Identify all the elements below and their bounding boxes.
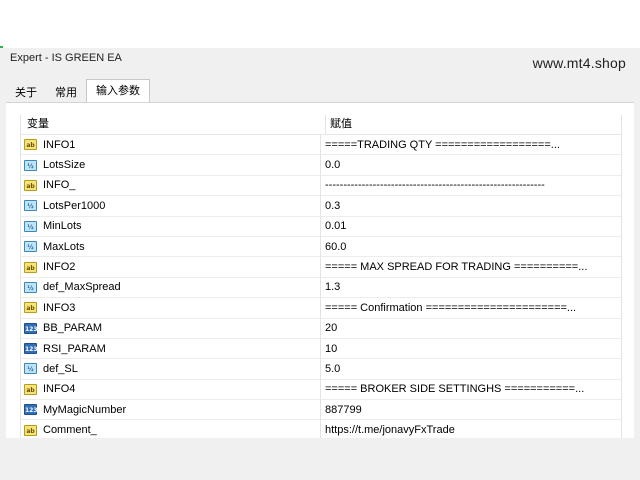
value-cell[interactable]: ===== Confirmation =====================… bbox=[321, 302, 621, 314]
table-row[interactable]: ab INFO1 =====TRADING QTY ================… bbox=[21, 135, 621, 156]
string-type-icon: ab bbox=[24, 139, 37, 151]
string-type-icon: ab bbox=[24, 261, 37, 273]
table-row[interactable]: ab INFO4 ===== BROKER SIDE SETTINGHS =====… bbox=[21, 379, 621, 401]
variable-name: def_MaxSpread bbox=[43, 281, 121, 294]
value-cell[interactable]: 60.0 bbox=[321, 241, 621, 253]
variable-cell: ab Comment_ bbox=[21, 420, 321, 440]
column-header-value[interactable]: 赋值 bbox=[326, 115, 621, 134]
variable-cell: ab INFO1 bbox=[21, 135, 321, 155]
table-row[interactable]: 123 RSI_PARAM 10 bbox=[21, 338, 621, 360]
window-title: Expert - IS GREEN EA bbox=[10, 52, 122, 64]
variable-cell: 123 MyMagicNumber bbox=[21, 400, 321, 420]
value-cell[interactable]: https://t.me/jonavyFxTrade bbox=[321, 424, 621, 436]
double-type-icon: ½ bbox=[24, 363, 37, 375]
variable-cell: ½ MaxLots bbox=[21, 236, 321, 257]
column-header-variable[interactable]: 变量 bbox=[21, 115, 326, 134]
string-type-icon: ab bbox=[24, 302, 37, 314]
integer-type-icon: 123 bbox=[24, 404, 38, 416]
variable-name: LotsPer1000 bbox=[43, 199, 106, 212]
variable-name: LotsSize bbox=[43, 159, 86, 172]
variable-cell: ab INFO4 bbox=[21, 379, 321, 400]
value-cell[interactable]: 5.0 bbox=[321, 363, 621, 375]
tab-inputs[interactable]: 输入参数 bbox=[86, 79, 150, 103]
string-type-icon: ab bbox=[24, 424, 37, 436]
table-row[interactable]: ab INFO2 ===== MAX SPREAD FOR TRADING ====… bbox=[21, 257, 621, 278]
tab-common[interactable]: 常用 bbox=[46, 83, 86, 103]
double-type-icon: ½ bbox=[24, 220, 37, 232]
table-row[interactable]: ab INFO3 ===== Confirmation ==============… bbox=[21, 298, 621, 319]
double-type-icon: ½ bbox=[24, 200, 37, 212]
table-row[interactable]: ½ def_MaxSpread 1.3 bbox=[21, 277, 621, 299]
variable-name: MinLots bbox=[43, 220, 82, 233]
variable-name: INFO4 bbox=[43, 383, 76, 396]
value-cell[interactable]: 1.3 bbox=[321, 281, 621, 293]
integer-type-icon: 123 bbox=[24, 322, 38, 334]
variable-cell: ½ def_SL bbox=[21, 359, 321, 379]
variable-cell: ½ def_MaxSpread bbox=[21, 277, 321, 298]
variable-name: MaxLots bbox=[43, 240, 85, 253]
table-header: 变量 赋值 bbox=[21, 115, 621, 135]
double-type-icon: ½ bbox=[24, 281, 37, 293]
table-row[interactable]: 123 MyMagicNumber 887799 bbox=[21, 400, 621, 421]
variable-cell: ab INFO3 bbox=[21, 298, 321, 318]
value-cell[interactable]: 0.0 bbox=[321, 159, 621, 171]
integer-type-icon: 123 bbox=[24, 343, 38, 355]
string-type-icon: ab bbox=[24, 383, 37, 395]
value-cell[interactable]: 887799 bbox=[321, 404, 621, 416]
double-type-icon: ½ bbox=[24, 159, 37, 171]
variable-name: RSI_PARAM bbox=[43, 342, 106, 355]
string-type-icon: ab bbox=[24, 179, 37, 191]
variable-cell: 123 RSI_PARAM bbox=[21, 338, 321, 359]
value-cell[interactable]: 0.3 bbox=[321, 200, 621, 212]
value-cell[interactable]: 20 bbox=[321, 322, 621, 334]
variable-cell: ½ LotsPer1000 bbox=[21, 196, 321, 216]
value-cell[interactable]: =====TRADING QTY ==================... bbox=[321, 139, 621, 151]
parameters-table: 变量 赋值 ab INFO1 =====TRADING QTY ==========… bbox=[20, 115, 622, 441]
double-type-icon: ½ bbox=[24, 241, 37, 253]
variable-cell: ab INFO_ bbox=[21, 175, 321, 196]
value-cell[interactable]: ===== MAX SPREAD FOR TRADING ==========.… bbox=[321, 261, 621, 273]
value-cell[interactable]: 0.01 bbox=[321, 220, 621, 232]
value-cell[interactable]: 10 bbox=[321, 343, 621, 355]
tab-bar: 关于 常用 输入参数 bbox=[6, 79, 150, 103]
variable-cell: ½ MinLots bbox=[21, 216, 321, 236]
variable-name: Comment_ bbox=[43, 424, 97, 437]
value-cell[interactable]: ----------------------------------------… bbox=[321, 179, 621, 191]
table-row[interactable]: ½ MinLots 0.01 bbox=[21, 216, 621, 237]
variable-name: MyMagicNumber bbox=[43, 403, 127, 416]
variable-cell: ab INFO2 bbox=[21, 257, 321, 277]
table-row[interactable]: ab INFO_ ---------------------------------… bbox=[21, 175, 621, 197]
watermark-text: www.mt4.shop bbox=[532, 55, 626, 71]
table-row[interactable]: ½ LotsSize 0.0 bbox=[21, 155, 621, 176]
tab-about[interactable]: 关于 bbox=[6, 83, 46, 103]
variable-name: INFO_ bbox=[43, 179, 76, 192]
variable-cell: ½ LotsSize bbox=[21, 155, 321, 175]
variable-name: def_SL bbox=[43, 362, 78, 375]
top-blank-area bbox=[0, 0, 640, 48]
variable-name: INFO3 bbox=[43, 301, 76, 314]
value-cell[interactable]: ===== BROKER SIDE SETTINGHS ===========.… bbox=[321, 383, 621, 395]
variable-cell: 123 BB_PARAM bbox=[21, 318, 321, 338]
table-row[interactable]: ½ LotsPer1000 0.3 bbox=[21, 196, 621, 217]
table-row[interactable]: ½ def_SL 5.0 bbox=[21, 359, 621, 380]
table-row[interactable]: ½ MaxLots 60.0 bbox=[21, 236, 621, 258]
table-body: ab INFO1 =====TRADING QTY ================… bbox=[21, 135, 621, 441]
bottom-area bbox=[0, 438, 640, 480]
variable-name: INFO2 bbox=[43, 261, 76, 274]
variable-name: BB_PARAM bbox=[43, 322, 103, 335]
table-row[interactable]: 123 BB_PARAM 20 bbox=[21, 318, 621, 339]
variable-name: INFO1 bbox=[43, 138, 76, 151]
